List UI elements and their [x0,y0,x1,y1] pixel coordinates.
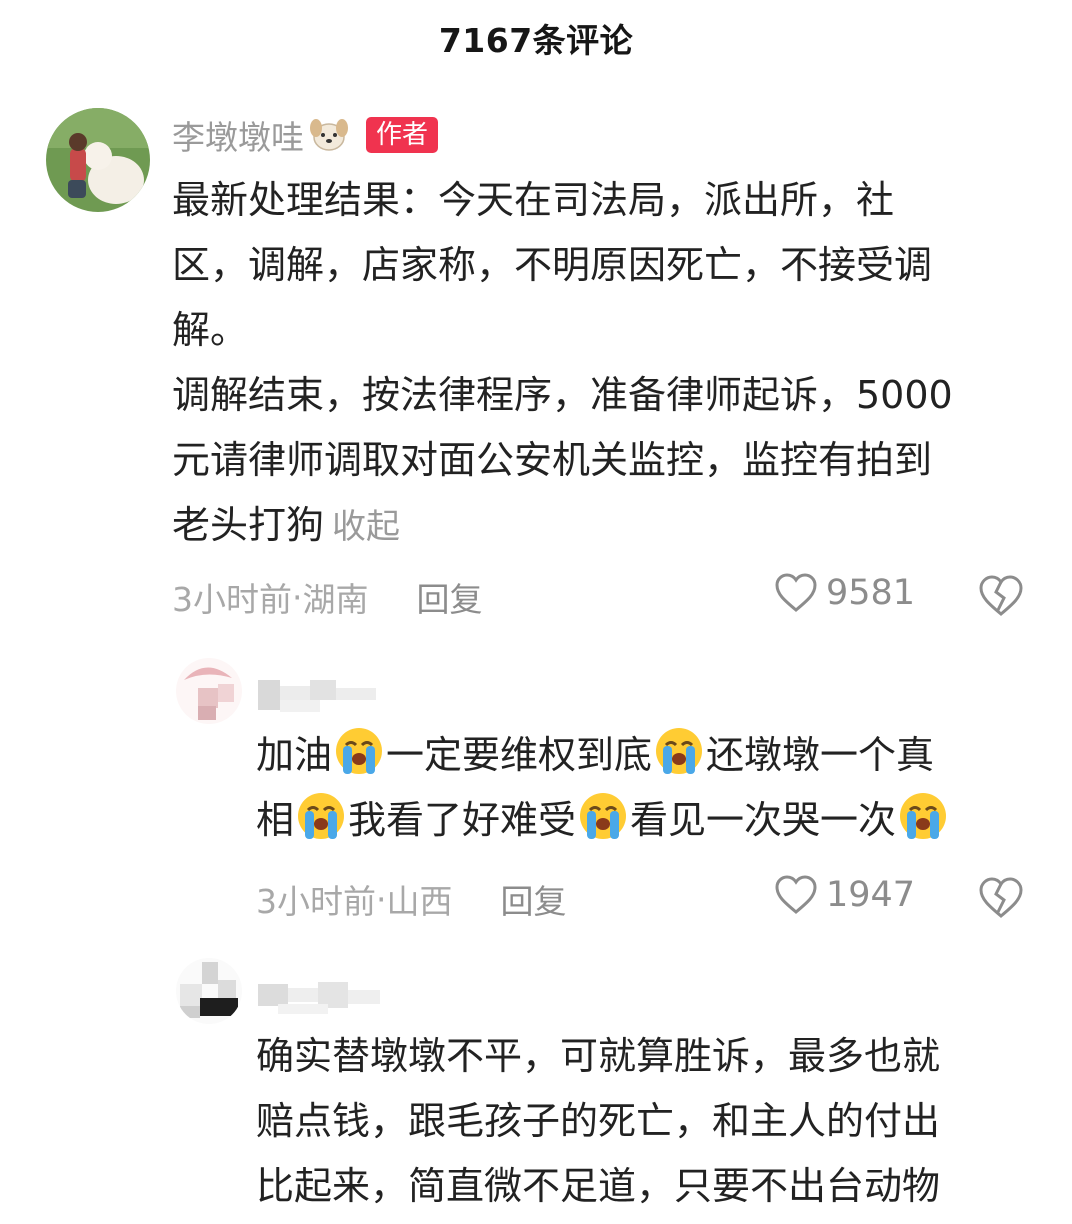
author-avatar[interactable] [46,108,150,212]
reply-line: 确实替墩墩不平，可就算胜诉，最多也就 [256,1034,941,1078]
comment-location: 湖南 [302,580,369,619]
reply-line: 加油 一定要维权到底 还墩墩一个真 [256,723,950,788]
reply-text-segment: 加油 [256,733,333,777]
reply-1-meta: 3小时前 · 山西 回复 [256,876,567,922]
like-button[interactable]: 1947 [774,874,915,916]
reply-button[interactable]: 回复 [501,875,567,923]
main-comment-line: 最新处理结果：今天在司法局，派出所，社 [172,178,895,222]
author-badge: 作者 [366,117,439,153]
like-count: 1947 [826,875,916,915]
main-comment-line: 老头打狗 [172,503,325,547]
main-comment-line: 解。 [172,308,249,352]
reply-1-text: 加油 一定要维权到底 还墩墩一个真 相 我看了好难受 看见一次哭一次 [256,723,950,853]
reply-avatar[interactable] [176,658,242,724]
reply-text-segment: 看见一次哭一次 [630,798,897,842]
reply-2-text: 确实替墩墩不平，可就算胜诉，最多也就 赔点钱，跟毛孩子的死亡，和主人的付出 比起… [256,1024,940,1219]
comments-panel: 7167条评论 李墩墩哇 作者 最新处理结果：今天在司法局，派出所，社 区，调解… [0,0,1072,1224]
main-comment-line: 调解结束，按法律程序，准备律师起诉，5000 [172,373,953,417]
main-comment-line: 元请律师调取对面公安机关监控，监控有拍到 [172,438,933,482]
reply-button[interactable]: 回复 [417,573,483,621]
comment-count-title: 7167条评论 [438,21,634,60]
reply-text-segment: 还墩墩一个真 [706,733,935,777]
author-row: 李墩墩哇 作者 [172,111,439,159]
reply-line: 赔点钱，跟毛孩子的死亡，和主人的付出 [256,1099,941,1143]
comment-time: 3小时前 [256,882,376,921]
heart-outline-icon [775,573,817,612]
main-comment-meta: 3小时前 · 湖南 回复 [172,574,483,620]
loudly-crying-face-emoji [298,793,345,839]
main-comment-line: 区，调解，店家称，不明原因死亡，不接受调 [172,243,933,287]
dog-face-icon [310,119,348,151]
broken-heart-icon[interactable] [978,574,1024,618]
author-username[interactable]: 李墩墩哇 [172,111,304,159]
loudly-crying-face-emoji [580,793,627,839]
loudly-crying-face-emoji [656,728,703,774]
like-count: 9581 [826,573,916,613]
reply-text-segment: 相 [256,798,295,842]
meta-separator: · [376,879,387,919]
broken-heart-icon[interactable] [978,876,1024,920]
reply-avatar[interactable] [176,958,242,1024]
comment-time: 3小时前 [172,580,292,619]
reply-username-blurred [258,680,376,712]
main-comment-text: 最新处理结果：今天在司法局，派出所，社 区，调解，店家称，不明原因死亡，不接受调… [172,168,953,560]
main-comment-last-line: 老头打狗 收起 [172,493,953,560]
reply-username-blurred [258,982,380,1014]
reply-text-segment: 我看了好难受 [348,798,577,842]
like-button[interactable]: 9581 [774,572,915,614]
reply-line: 比起来，简直微不足道，只要不出台动物 [256,1164,941,1208]
meta-separator: · [292,577,303,617]
reply-text-segment: 一定要维权到底 [386,733,653,777]
comment-location: 山西 [386,882,453,921]
loudly-crying-face-emoji [900,793,947,839]
reply-line: 相 我看了好难受 看见一次哭一次 [256,788,950,853]
loudly-crying-face-emoji [336,728,383,774]
collapse-button[interactable]: 收起 [332,507,400,547]
heart-outline-icon [775,875,817,914]
